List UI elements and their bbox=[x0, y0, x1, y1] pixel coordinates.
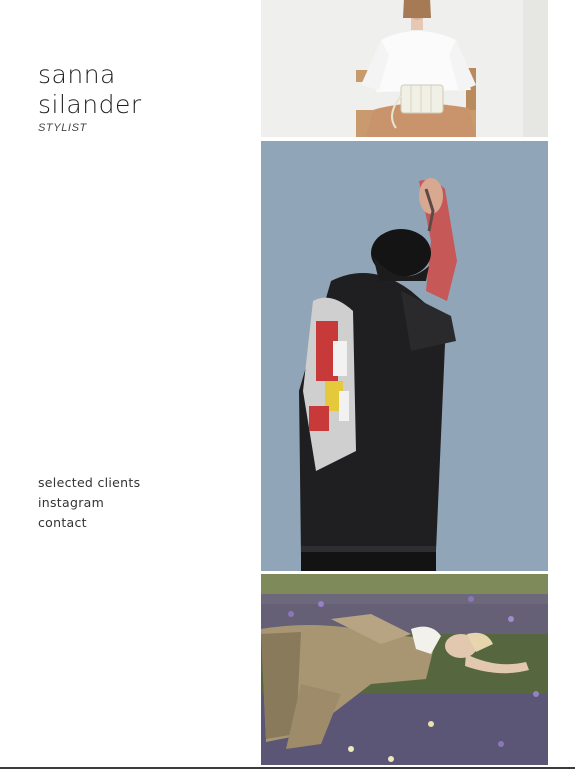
brand-role: STYLIST bbox=[38, 122, 87, 134]
site-logo[interactable]: sanna silander STYLIST bbox=[38, 60, 142, 134]
brand-first-name: sanna bbox=[38, 60, 116, 89]
nav-link-contact[interactable]: contact bbox=[38, 513, 140, 533]
nav-link-instagram[interactable]: instagram bbox=[38, 493, 140, 513]
brand-last-name: silander bbox=[38, 90, 142, 119]
gallery-photo-flower-field[interactable] bbox=[261, 574, 548, 765]
page-gutter bbox=[548, 0, 575, 769]
photo-image bbox=[261, 0, 548, 137]
page: sanna silander STYLIST selected clients … bbox=[0, 0, 575, 769]
nav-link-selected-clients[interactable]: selected clients bbox=[38, 473, 140, 493]
main-nav: selected clients instagram contact bbox=[38, 473, 140, 533]
gallery-photo-seated-woman[interactable] bbox=[261, 0, 548, 137]
gallery-photo-blue-wall[interactable] bbox=[261, 141, 548, 571]
photo-image bbox=[261, 574, 548, 765]
photo-image bbox=[261, 141, 548, 571]
